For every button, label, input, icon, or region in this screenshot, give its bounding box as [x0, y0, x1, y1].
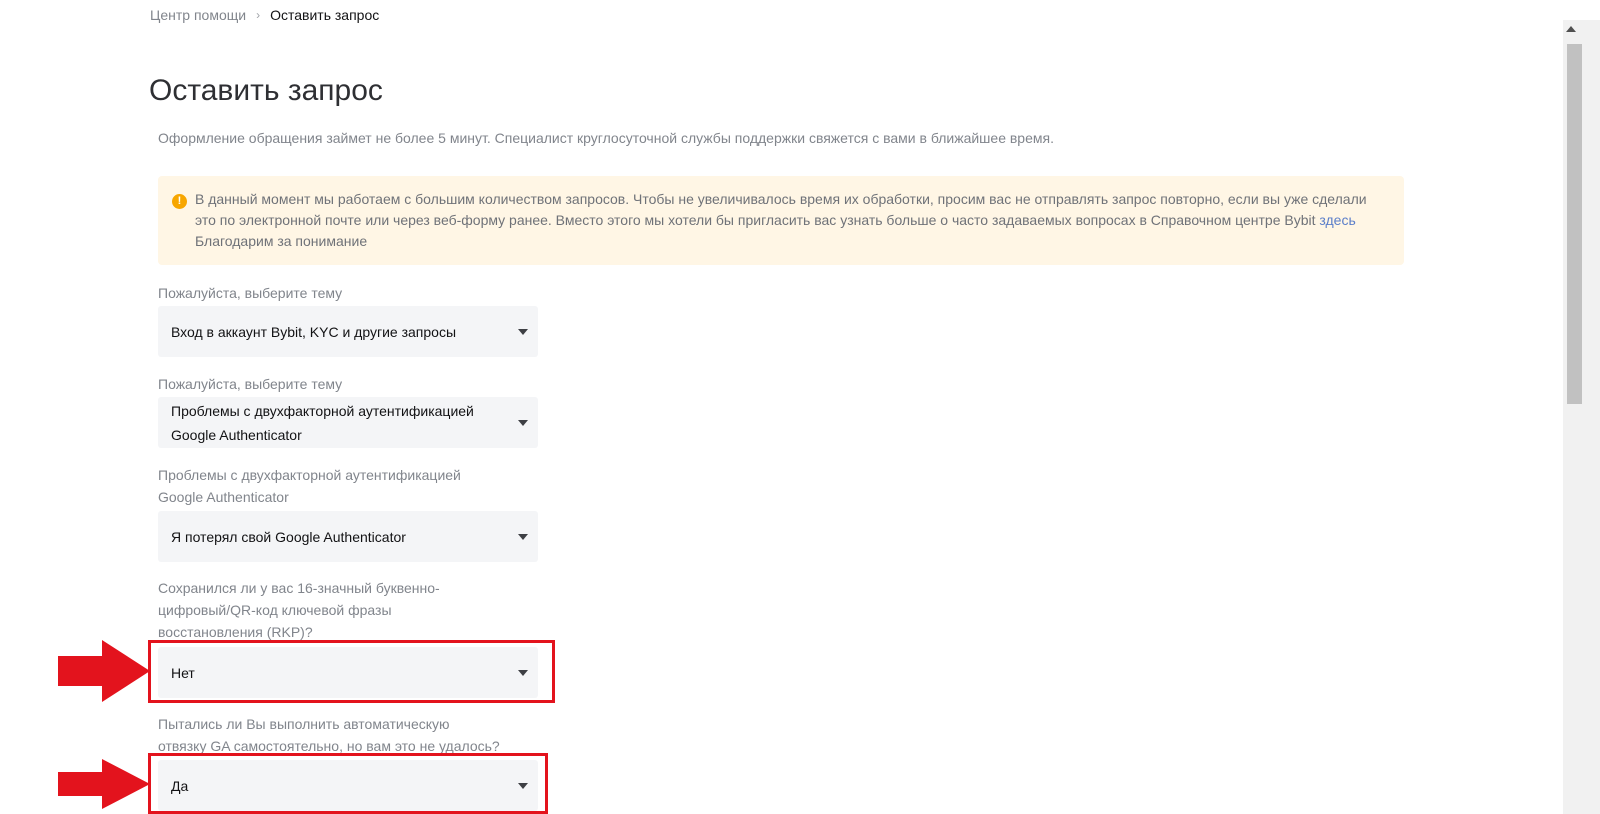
chevron-down-icon	[518, 419, 528, 426]
notice-line-3: Благодарим за понимание	[195, 233, 368, 249]
page-subtitle: Оформление обращения займет не более 5 м…	[158, 130, 1054, 146]
ga-unbind-question-label: Пытались ли Вы выполнить автоматическую …	[158, 713, 578, 757]
breadcrumb-current: Оставить запрос	[270, 7, 380, 23]
page-title: Оставить запрос	[149, 74, 383, 107]
notice-banner: ! В данный момент мы работаем с большим …	[158, 176, 1404, 265]
chevron-down-icon	[518, 328, 528, 335]
breadcrumb-home-link[interactable]: Центр помощи	[150, 7, 246, 23]
ga-unbind-question-label-line-1: Пытались ли Вы выполнить автоматическую	[158, 716, 450, 732]
notice-help-link[interactable]: здесь	[1319, 212, 1355, 228]
topic-select-2-value-line-1: Проблемы с двухфакторной аутентификацией	[171, 402, 474, 419]
chevron-right-icon: ›	[256, 8, 261, 22]
issue-select-value: Я потерял свой Google Authenticator	[171, 528, 406, 545]
chevron-down-icon	[518, 533, 528, 540]
issue-label: Проблемы с двухфакторной аутентификацией…	[158, 464, 518, 508]
info-icon: !	[172, 194, 187, 209]
highlight-box-ga-unbind	[148, 753, 548, 814]
topic-label-1: Пожалуйста, выберите тему	[158, 285, 343, 301]
issue-label-line-2: Google Authenticator	[158, 489, 289, 505]
highlight-box-rkp	[148, 640, 555, 703]
topic-select-1-value: Вход в аккаунт Bybit, KYC и другие запро…	[171, 323, 457, 340]
red-arrow-icon	[58, 640, 150, 702]
scroll-up-arrow-icon[interactable]	[1566, 26, 1576, 32]
notice-line-2-text: это по электронной почте или через веб-ф…	[195, 212, 1316, 228]
breadcrumb: Центр помощи › Оставить запрос	[150, 7, 379, 23]
scrollbar-thumb[interactable]	[1567, 44, 1582, 404]
topic-select-1[interactable]: Вход в аккаунт Bybit, KYC и другие запро…	[158, 306, 538, 357]
notice-line-1: В данный момент мы работаем с большим ко…	[195, 191, 1367, 207]
topic-select-2[interactable]: Проблемы с двухфакторной аутентификацией…	[158, 397, 538, 448]
topic-select-2-value: Проблемы с двухфакторной аутентификацией…	[171, 399, 474, 447]
issue-label-line-1: Проблемы с двухфакторной аутентификацией	[158, 467, 461, 483]
topic-select-2-value-line-2: Google Authenticator	[171, 426, 302, 443]
issue-select[interactable]: Я потерял свой Google Authenticator	[158, 511, 538, 562]
rkp-question-label: Сохранился ли у вас 16-значный буквенно-…	[158, 577, 518, 643]
rkp-question-label-line-1: Сохранился ли у вас 16-значный буквенно-	[158, 580, 440, 596]
topic-label-2: Пожалуйста, выберите тему	[158, 376, 343, 392]
notice-line-2: это по электронной почте или через веб-ф…	[195, 210, 1384, 231]
rkp-question-label-line-2: цифровый/QR-код ключевой фразы	[158, 602, 392, 618]
red-arrow-icon	[58, 759, 150, 809]
